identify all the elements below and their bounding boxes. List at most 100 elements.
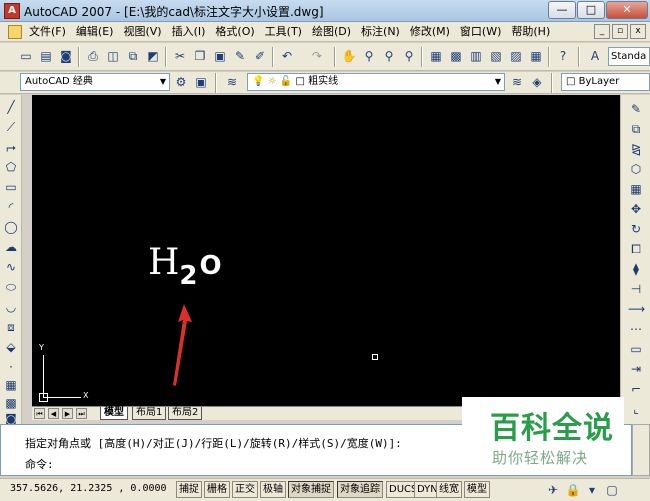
workspace-settings-icon[interactable]: ⚙ [173, 74, 189, 90]
ellipse-arc-icon[interactable]: ◡ [3, 299, 19, 315]
layer-manager-icon[interactable]: ≋ [224, 74, 240, 90]
trim-icon[interactable]: ⊣ [628, 281, 644, 297]
text-style-combo[interactable]: Standa [608, 47, 650, 66]
copy-icon[interactable]: ❐ [192, 48, 208, 64]
menu-draw[interactable]: 绘图(D) [307, 23, 356, 41]
tab-model[interactable]: 模型 [100, 407, 128, 420]
line-icon[interactable]: ╱ [3, 99, 19, 115]
menu-dimension[interactable]: 标注(N) [356, 23, 405, 41]
menu-help[interactable]: 帮助(H) [506, 23, 555, 41]
save-icon[interactable]: ◙ [58, 48, 74, 64]
fillet-icon[interactable]: ⌞ [628, 401, 644, 417]
document-icon[interactable] [8, 24, 22, 39]
model-space-toggle[interactable]: 模型 [464, 481, 490, 498]
make-layer-current-icon[interactable]: ≋ [509, 74, 525, 90]
h2o-text[interactable]: H2O [148, 245, 222, 290]
array-icon[interactable]: ▦ [628, 181, 644, 197]
insert-block-icon[interactable]: ⧈ [3, 319, 19, 335]
arc-icon[interactable]: ◜ [3, 199, 19, 215]
help-icon[interactable]: ? [555, 48, 571, 64]
menu-insert[interactable]: 插入(I) [167, 23, 211, 41]
otrack-toggle[interactable]: 对象追踪 [337, 481, 383, 498]
redo-icon[interactable]: ↷ [309, 48, 325, 64]
hatch-icon[interactable]: ▦ [3, 377, 19, 393]
break-icon[interactable]: ▭ [628, 341, 644, 357]
paste-icon[interactable]: ▣ [212, 48, 228, 64]
copy-object-icon[interactable]: ⧉ [628, 121, 644, 137]
menu-tools[interactable]: 工具(T) [260, 23, 307, 41]
doc-minimize-button[interactable]: _ [594, 24, 610, 39]
point-icon[interactable]: · [3, 359, 19, 375]
polygon-icon[interactable]: ⬠ [3, 159, 19, 175]
ellipse-icon[interactable]: ⬭ [3, 279, 19, 295]
polar-toggle[interactable]: 极轴 [260, 481, 286, 498]
scale-icon[interactable]: ⧠ [628, 241, 644, 257]
publish-icon[interactable]: ⧉ [125, 48, 141, 64]
erase-icon[interactable]: ✎ [628, 101, 644, 117]
command-input[interactable]: 命令: [25, 456, 54, 472]
coordinate-readout[interactable]: 357.5626, 21.2325 , 0.0000 [10, 483, 167, 494]
menu-file[interactable]: 文件(F) [24, 23, 71, 41]
layer-previous-icon[interactable]: ◈ [529, 74, 545, 90]
grid-toggle[interactable]: 栅格 [204, 481, 230, 498]
circle-icon[interactable]: ◯ [3, 219, 19, 235]
menu-format[interactable]: 格式(O) [210, 23, 259, 41]
revision-cloud-icon[interactable]: ☁ [3, 239, 19, 255]
rotate-icon[interactable]: ↻ [628, 221, 644, 237]
status-menu-icon[interactable]: ▾ [584, 482, 600, 498]
clean-screen-icon[interactable]: ▢ [604, 482, 620, 498]
stretch-icon[interactable]: ⧫ [628, 261, 644, 277]
gradient-icon[interactable]: ▩ [3, 395, 19, 411]
construction-line-icon[interactable]: ⟋ [3, 119, 19, 135]
break-at-point-icon[interactable]: ⋯ [628, 321, 644, 337]
tab-next-icon[interactable]: ▶ [62, 408, 73, 419]
zoom-previous-icon[interactable]: ⚲ [401, 48, 417, 64]
zoom-window-icon[interactable]: ⚲ [381, 48, 397, 64]
workspace-combo[interactable]: AutoCAD 经典 ▼ [20, 73, 170, 91]
workspace-save-icon[interactable]: ▣ [193, 74, 209, 90]
ortho-toggle[interactable]: 正交 [232, 481, 258, 498]
command-scrollbar[interactable] [632, 424, 650, 476]
comm-center-icon[interactable]: ✈ [545, 482, 561, 498]
menu-window[interactable]: 窗口(W) [455, 23, 506, 41]
block-editor-icon[interactable]: ✐ [252, 48, 268, 64]
drawing-canvas[interactable]: H2O Y X [32, 95, 620, 406]
tab-last-icon[interactable]: ⏭ [76, 408, 87, 419]
open-file-icon[interactable]: ▤ [38, 48, 54, 64]
zoom-realtime-icon[interactable]: ⚲ [361, 48, 377, 64]
extend-icon[interactable]: ⟶ [628, 301, 645, 317]
calculator-icon[interactable]: ▦ [528, 48, 544, 64]
spline-icon[interactable]: ∿ [3, 259, 19, 275]
offset-icon[interactable]: ⬡ [628, 161, 644, 177]
match-properties-icon[interactable]: ✎ [232, 48, 248, 64]
menu-view[interactable]: 视图(V) [118, 23, 166, 41]
move-icon[interactable]: ✥ [628, 201, 644, 217]
osnap-toggle[interactable]: 对象捕捉 [288, 481, 334, 498]
minimize-button[interactable]: — [548, 1, 576, 19]
autocad-app-icon[interactable]: A [4, 3, 20, 19]
make-block-icon[interactable]: ⬙ [3, 339, 19, 355]
markup-icon[interactable]: ▨ [508, 48, 524, 64]
rectangle-icon[interactable]: ▭ [3, 179, 19, 195]
menu-modify[interactable]: 修改(M) [405, 23, 455, 41]
sheet-set-icon[interactable]: ▧ [488, 48, 504, 64]
pan-icon[interactable]: ✋ [341, 48, 357, 64]
cut-icon[interactable]: ✂ [172, 48, 188, 64]
text-style-icon[interactable]: A [587, 48, 603, 64]
close-button[interactable]: ✕ [606, 1, 648, 19]
tab-layout2[interactable]: 布局2 [168, 407, 203, 420]
properties-icon[interactable]: ▦ [428, 48, 444, 64]
mirror-icon[interactable]: ⧎ [628, 141, 644, 157]
doc-close-button[interactable]: x [630, 24, 646, 39]
snap-toggle[interactable]: 捕捉 [176, 481, 202, 498]
chamfer-icon[interactable]: ⌐ [628, 381, 644, 397]
3d-dwf-icon[interactable]: ◩ [145, 48, 161, 64]
tab-prev-icon[interactable]: ◀ [48, 408, 59, 419]
new-file-icon[interactable]: ▭ [18, 48, 34, 64]
color-combo[interactable]: □ ByLayer [561, 73, 650, 91]
tab-layout1[interactable]: 布局1 [132, 407, 167, 420]
menu-edit[interactable]: 编辑(E) [71, 23, 119, 41]
layer-combo[interactable]: 💡 ☼ 🔓 □ 粗实线 ▼ [247, 73, 505, 91]
undo-icon[interactable]: ↶ [279, 48, 295, 64]
tool-palettes-icon[interactable]: ▥ [468, 48, 484, 64]
